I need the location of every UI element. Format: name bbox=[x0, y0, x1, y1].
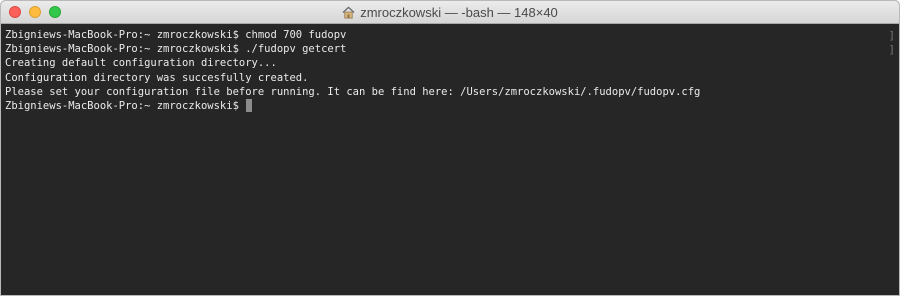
terminal-line: Please set your configuration file befor… bbox=[5, 85, 701, 98]
bracket-mark: ] bbox=[888, 44, 895, 56]
bracket-mark: ] bbox=[888, 30, 895, 42]
window-title: zmroczkowski — -bash — 148×40 bbox=[1, 1, 899, 23]
terminal-line: Creating default configuration directory… bbox=[5, 57, 277, 70]
title-bar[interactable]: zmroczkowski — -bash — 148×40 bbox=[1, 1, 899, 24]
terminal-output[interactable]: Zbigniews-MacBook-Pro:~ zmroczkowski$ ch… bbox=[1, 24, 899, 295]
terminal-line: Zbigniews-MacBook-Pro:~ zmroczkowski$ ch… bbox=[5, 29, 347, 41]
terminal-line: Zbigniews-MacBook-Pro:~ zmroczkowski$ ./… bbox=[5, 43, 347, 56]
terminal-window: zmroczkowski — -bash — 148×40 Zbigniews-… bbox=[0, 0, 900, 296]
terminal-line: Configuration directory was succesfully … bbox=[5, 71, 309, 84]
window-title-text: zmroczkowski — -bash — 148×40 bbox=[360, 4, 558, 20]
home-folder-icon bbox=[342, 6, 355, 18]
terminal-prompt: Zbigniews-MacBook-Pro:~ zmroczkowski$ bbox=[5, 99, 246, 112]
text-cursor bbox=[246, 98, 253, 112]
terminal-prompt-line[interactable]: Zbigniews-MacBook-Pro:~ zmroczkowski$ bbox=[5, 98, 899, 113]
